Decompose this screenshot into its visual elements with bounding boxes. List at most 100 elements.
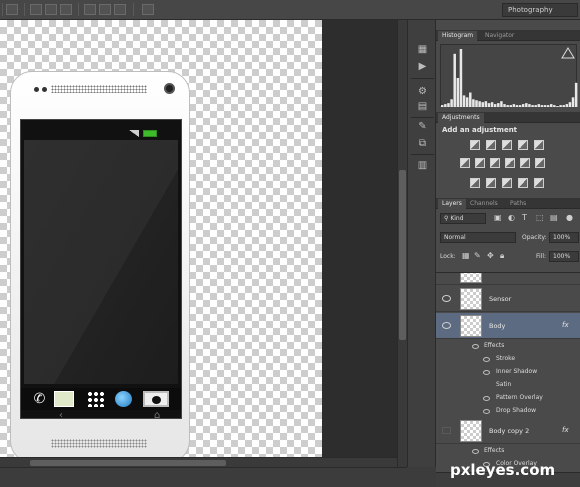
eye-icon[interactable]	[442, 295, 451, 302]
type-filter-icon[interactable]: T	[522, 213, 527, 222]
align-top-edges-button[interactable]	[6, 4, 18, 15]
layer-effects-icon[interactable]: fx	[562, 426, 569, 434]
color-balance-icon[interactable]	[475, 158, 485, 168]
distribute-top-button[interactable]	[84, 4, 96, 15]
histogram-bar	[481, 102, 484, 107]
distribute-bottom-button[interactable]	[114, 4, 126, 15]
histogram-bar	[444, 104, 447, 107]
gradient-map-icon[interactable]	[518, 178, 528, 188]
vertical-scroll-thumb[interactable]	[399, 170, 406, 340]
auto-align-layers-button[interactable]	[142, 4, 154, 15]
layer-row[interactable]: Body fx	[436, 313, 580, 339]
layer-row[interactable]: Body copy 2 fx	[436, 418, 580, 444]
effect-row[interactable]: Stroke	[436, 353, 580, 366]
histogram-bar	[497, 103, 500, 107]
options-separator	[24, 3, 25, 16]
histogram-bar	[574, 82, 578, 107]
effect-row[interactable]: Inner Shadow	[436, 366, 580, 379]
layer-filter-select[interactable]: ⚲ Kind	[440, 213, 486, 224]
eye-icon[interactable]	[483, 357, 490, 362]
threshold-icon[interactable]	[502, 178, 512, 188]
options-separator	[78, 3, 79, 16]
tab-channels[interactable]: Channels	[466, 199, 502, 209]
layer-row[interactable]	[436, 273, 580, 285]
brush-icon[interactable]: ✎	[416, 121, 429, 133]
swatches-icon[interactable]: ▥	[416, 160, 429, 172]
tab-navigator[interactable]: Navigator	[481, 31, 518, 41]
histogram-bar	[571, 97, 575, 107]
opacity-input[interactable]: 100%	[549, 232, 579, 243]
lock-transparent-pixels-icon[interactable]: ▦	[462, 251, 470, 260]
invert-icon[interactable]	[470, 178, 480, 188]
eye-icon[interactable]	[442, 322, 451, 329]
effect-row[interactable]: Drop Shadow	[436, 405, 580, 418]
history-icon[interactable]: ▦	[416, 44, 429, 56]
hue-saturation-icon[interactable]	[460, 158, 470, 168]
brush-presets-icon[interactable]: ▤	[416, 101, 429, 113]
layer-name[interactable]: Body copy 2	[489, 427, 529, 435]
visibility-toggle[interactable]	[442, 427, 451, 434]
lock-image-pixels-icon[interactable]: ✎	[474, 251, 481, 260]
eye-icon[interactable]	[472, 344, 479, 349]
smart-object-filter-icon[interactable]: ▤	[550, 213, 558, 222]
photo-filter-icon[interactable]	[505, 158, 515, 168]
eye-icon[interactable]	[483, 396, 490, 401]
selective-color-icon[interactable]	[534, 178, 544, 188]
strip-separator	[411, 78, 434, 79]
tab-paths[interactable]: Paths	[506, 199, 530, 209]
adjustment-filter-icon[interactable]: ◐	[508, 213, 515, 222]
eye-icon[interactable]	[483, 409, 490, 414]
histogram-bar	[459, 49, 463, 107]
layer-row[interactable]: Sensor	[436, 286, 580, 312]
properties-icon[interactable]: ⚙	[416, 86, 429, 98]
vibrance-icon[interactable]	[534, 140, 544, 150]
horizontal-scroll-thumb[interactable]	[30, 460, 226, 466]
effects-group-row[interactable]: Effects	[436, 445, 580, 458]
align-vertical-centers-button[interactable]	[30, 4, 42, 15]
layer-name[interactable]: Body	[489, 322, 505, 330]
pixel-filter-icon[interactable]: ▣	[494, 213, 502, 222]
histogram-bar	[462, 95, 466, 107]
distribute-centers-button[interactable]	[99, 4, 111, 15]
tab-adjustments[interactable]: Adjustments	[438, 113, 484, 123]
levels-icon[interactable]	[486, 140, 496, 150]
eye-icon[interactable]	[472, 449, 479, 454]
horizontal-scrollbar[interactable]	[0, 457, 397, 467]
align-bottom-edges-button[interactable]	[45, 4, 57, 15]
histogram-bar	[568, 102, 572, 107]
brightness-contrast-icon[interactable]	[470, 140, 480, 150]
histogram-bar	[509, 105, 513, 107]
effect-row[interactable]: Satin	[436, 379, 580, 392]
character-icon[interactable]	[416, 146, 429, 158]
shape-filter-icon[interactable]: ⬚	[536, 213, 544, 222]
play-icon[interactable]: ▶	[416, 61, 429, 73]
opacity-label: Opacity:	[522, 234, 547, 241]
lock-all-icon[interactable]: 🔒︎	[500, 251, 504, 261]
tab-histogram[interactable]: Histogram	[438, 31, 478, 41]
eye-icon[interactable]	[483, 370, 490, 375]
document-canvas[interactable]: ✆ ‹ ⌂	[0, 20, 397, 467]
black-white-icon[interactable]	[490, 158, 500, 168]
layer-effects-icon[interactable]: fx	[562, 321, 569, 329]
align-left-edges-button[interactable]	[60, 4, 72, 15]
cache-warning-icon[interactable]	[561, 47, 575, 59]
lock-position-icon[interactable]: ✥	[487, 251, 494, 260]
status-bar	[0, 467, 407, 487]
histogram-bar	[490, 102, 494, 107]
exposure-icon[interactable]	[518, 140, 528, 150]
fill-input[interactable]: 100%	[549, 251, 579, 262]
channel-mixer-icon[interactable]	[520, 158, 530, 168]
color-lookup-icon[interactable]	[535, 158, 545, 168]
workspace-select[interactable]: Photography	[502, 3, 578, 17]
curves-icon[interactable]	[502, 140, 512, 150]
histogram-bar	[484, 101, 488, 107]
blend-mode-select[interactable]: Normal	[440, 232, 516, 243]
posterize-icon[interactable]	[486, 178, 496, 188]
filter-toggle-icon[interactable]: ●	[566, 213, 573, 222]
layers-list[interactable]: Sensor Body fx Effects Stroke Inner Shadow Sat…	[436, 272, 580, 472]
tab-layers[interactable]: Layers	[438, 199, 466, 209]
effect-row[interactable]: Pattern Overlay	[436, 392, 580, 405]
vertical-scrollbar[interactable]	[397, 20, 407, 467]
effects-group-row[interactable]: Effects	[436, 340, 580, 353]
layer-name[interactable]: Sensor	[489, 295, 511, 303]
